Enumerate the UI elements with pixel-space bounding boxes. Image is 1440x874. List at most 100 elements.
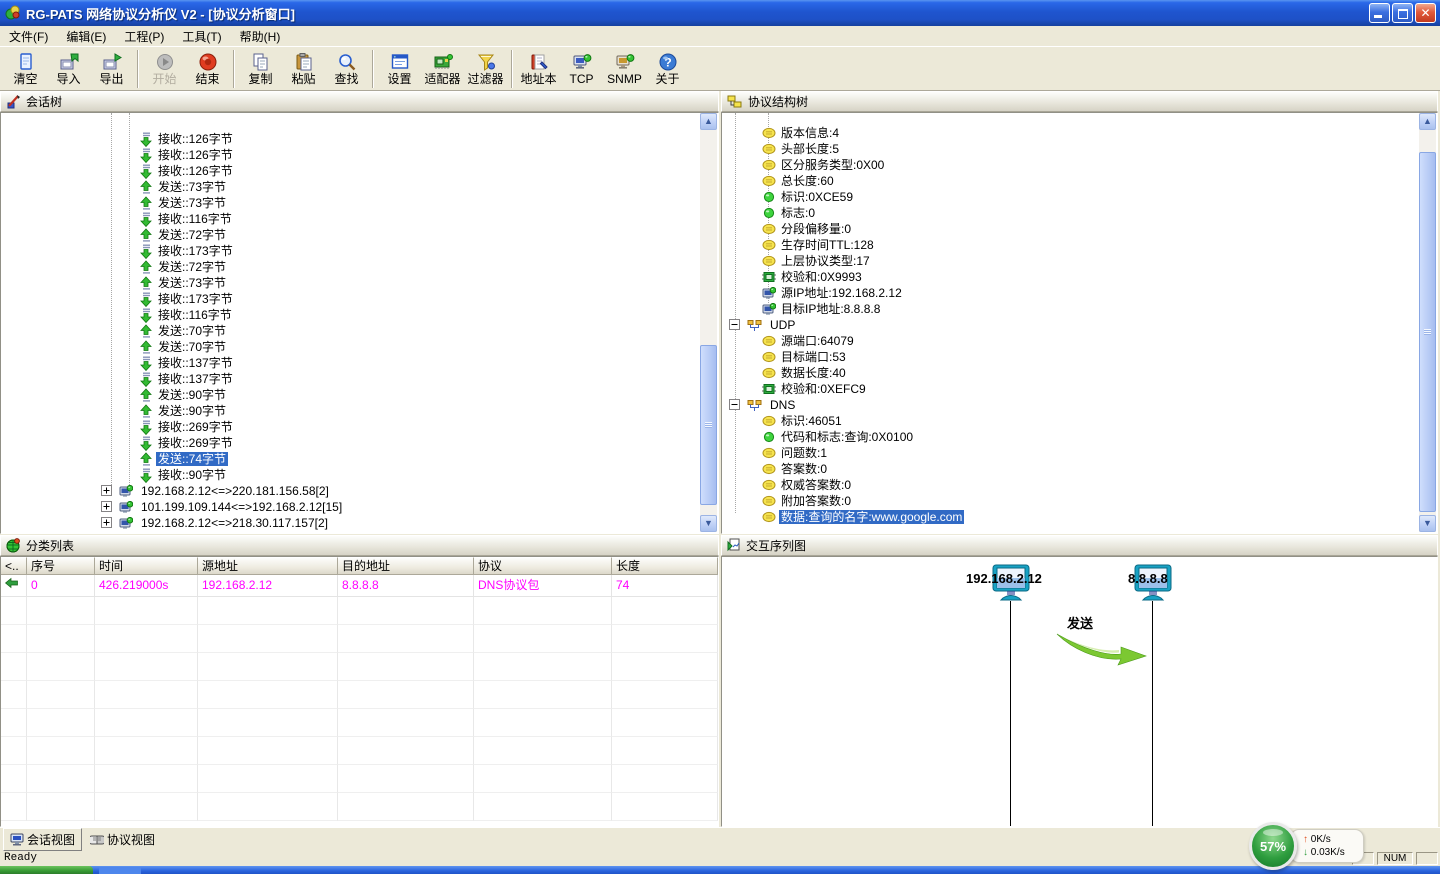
session-tree-item[interactable]: 发送::72字节 bbox=[1, 227, 718, 243]
session-tree-item[interactable]: 接收::173字节 bbox=[1, 243, 718, 259]
protocol-tree-item[interactable]: 版本信息:4 bbox=[722, 125, 1437, 141]
session-tree-item[interactable]: 接收::90字节 bbox=[1, 467, 718, 483]
toolbar-button-import[interactable]: 导入 bbox=[47, 48, 90, 90]
session-tree-item[interactable]: 发送::73字节 bbox=[1, 179, 718, 195]
column-header-1[interactable]: 序号 bbox=[27, 557, 95, 575]
protocol-tree-item[interactable]: 头部长度:5 bbox=[722, 141, 1437, 157]
protocol-tree-item[interactable]: 区分服务类型:0X00 bbox=[722, 157, 1437, 173]
toolbar-button-settings[interactable]: 设置 bbox=[378, 48, 421, 90]
toolbar-button-export[interactable]: 导出 bbox=[90, 48, 133, 90]
collapse-minus-icon[interactable] bbox=[729, 319, 741, 331]
column-header-4[interactable]: 目的地址 bbox=[338, 557, 474, 575]
protocol-tree-item[interactable]: 代码和标志:查询:0X0100 bbox=[722, 429, 1437, 445]
session-tree-item[interactable]: 接收::126字节 bbox=[1, 131, 718, 147]
class-list-title: 分类列表 bbox=[26, 537, 74, 554]
protocol-tree-item[interactable]: 生存时间TTL:128 bbox=[722, 237, 1437, 253]
protocol-tree-item[interactable]: 源端口:64079 bbox=[722, 333, 1437, 349]
scroll-thumb[interactable] bbox=[1419, 152, 1436, 512]
protocol-tree-item[interactable]: 上层协议类型:17 bbox=[722, 253, 1437, 269]
tab-protocol-view[interactable]: 协议视图 bbox=[84, 829, 161, 850]
toolbar-button-paste[interactable]: 粘贴 bbox=[282, 48, 325, 90]
protocol-tree-item[interactable]: 数据长度:40 bbox=[722, 365, 1437, 381]
menu-item-4[interactable]: 帮助(H) bbox=[231, 26, 290, 47]
expand-plus-icon[interactable] bbox=[101, 501, 113, 513]
close-button[interactable]: ✕ bbox=[1415, 3, 1436, 23]
protocol-tree-item[interactable]: 校验和:0XEFC9 bbox=[722, 381, 1437, 397]
column-header-3[interactable]: 源地址 bbox=[198, 557, 338, 575]
table-row[interactable]: 0426.219000s192.168.2.128.8.8.8DNS协议包74 bbox=[1, 575, 718, 597]
session-tree-item[interactable]: 接收::269字节 bbox=[1, 435, 718, 451]
toolbar-button-start[interactable]: 开始 bbox=[143, 48, 186, 90]
session-tree-item[interactable]: 发送::70字节 bbox=[1, 323, 718, 339]
toolbar-button-stop[interactable]: 结束 bbox=[186, 48, 229, 90]
menu-item-2[interactable]: 工程(P) bbox=[115, 26, 173, 47]
column-header-2[interactable]: 时间 bbox=[95, 557, 198, 575]
scroll-up-icon[interactable]: ▲ bbox=[1419, 113, 1436, 130]
receive-arrow-icon bbox=[139, 244, 153, 259]
scroll-thumb[interactable] bbox=[700, 345, 717, 505]
toolbar-button-adapter[interactable]: 适配器 bbox=[421, 48, 464, 90]
toolbar-button-clear[interactable]: 清空 bbox=[4, 48, 47, 90]
session-tree-item[interactable]: 接收::137字节 bbox=[1, 371, 718, 387]
protocol-tree-item[interactable]: 标识:46051 bbox=[722, 413, 1437, 429]
session-tree-item[interactable]: 接收::137字节 bbox=[1, 355, 718, 371]
menu-item-3[interactable]: 工具(T) bbox=[173, 26, 230, 47]
protocol-tree-item[interactable]: 总长度:60 bbox=[722, 173, 1437, 189]
scroll-up-icon[interactable]: ▲ bbox=[700, 113, 717, 130]
protocol-tree-item[interactable]: UDP bbox=[722, 317, 1437, 333]
toolbar-button-snmp[interactable]: SNMP bbox=[603, 48, 646, 90]
menu-item-1[interactable]: 编辑(E) bbox=[57, 26, 115, 47]
expand-plus-icon[interactable] bbox=[101, 517, 113, 529]
toolbar-button-copy[interactable]: 复制 bbox=[239, 48, 282, 90]
protocol-tree-item[interactable]: 问题数:1 bbox=[722, 445, 1437, 461]
session-tree-item[interactable]: 发送::74字节 bbox=[1, 451, 718, 467]
session-tree-item[interactable]: 接收::269字节 bbox=[1, 419, 718, 435]
session-tree-item[interactable]: 接收::126字节 bbox=[1, 163, 718, 179]
protocol-tree-item[interactable]: 数据:查询的名字:www.google.com bbox=[722, 509, 1437, 525]
protocol-tree-item[interactable]: 目标端口:53 bbox=[722, 349, 1437, 365]
session-pair-item[interactable]: 101.199.109.144<=>192.168.2.12[15] bbox=[1, 499, 718, 515]
protocol-tree-item[interactable]: 附加答案数:0 bbox=[722, 493, 1437, 509]
toolbar-button-tcp[interactable]: TCP bbox=[560, 48, 603, 90]
minimize-button[interactable] bbox=[1369, 3, 1390, 23]
protocol-tree-item[interactable]: 权威答案数:0 bbox=[722, 477, 1437, 493]
menu-item-0[interactable]: 文件(F) bbox=[0, 26, 57, 47]
protocol-scrollbar[interactable]: ▲ ▼ bbox=[1419, 113, 1436, 532]
toolbar-button-book[interactable]: 地址本 bbox=[517, 48, 560, 90]
restore-button[interactable] bbox=[1392, 3, 1413, 23]
collapse-minus-icon[interactable] bbox=[729, 399, 741, 411]
session-pair-item[interactable]: 192.168.2.12<=>218.30.117.157[2] bbox=[1, 515, 718, 531]
session-scrollbar[interactable]: ▲ ▼ bbox=[700, 113, 717, 532]
scroll-down-icon[interactable]: ▼ bbox=[700, 515, 717, 532]
expand-plus-icon[interactable] bbox=[101, 485, 113, 497]
scroll-down-icon[interactable]: ▼ bbox=[1419, 515, 1436, 532]
column-header-5[interactable]: 协议 bbox=[474, 557, 612, 575]
start-button-edge[interactable] bbox=[0, 866, 93, 874]
session-tree-item[interactable]: 接收::126字节 bbox=[1, 147, 718, 163]
tab-session-view[interactable]: 会话视图 bbox=[3, 828, 82, 851]
protocol-tree-item[interactable]: 目标IP地址:8.8.8.8 bbox=[722, 301, 1437, 317]
session-tree-item[interactable]: 发送::90字节 bbox=[1, 403, 718, 419]
session-tree-item[interactable]: 接收::173字节 bbox=[1, 291, 718, 307]
protocol-tree-item[interactable]: 源IP地址:192.168.2.12 bbox=[722, 285, 1437, 301]
session-tree-item[interactable]: 发送::90字节 bbox=[1, 387, 718, 403]
session-tree-item[interactable]: 发送::70字节 bbox=[1, 339, 718, 355]
session-tree-item[interactable]: 发送::73字节 bbox=[1, 275, 718, 291]
protocol-tree-item[interactable]: 标志:0 bbox=[722, 205, 1437, 221]
protocol-tree-item[interactable]: 标识:0XCE59 bbox=[722, 189, 1437, 205]
protocol-tree-item[interactable]: DNS bbox=[722, 397, 1437, 413]
toolbar-button-find[interactable]: 查找 bbox=[325, 48, 368, 90]
protocol-tree-item[interactable]: 答案数:0 bbox=[722, 461, 1437, 477]
toolbar-button-about[interactable]: ?关于 bbox=[646, 48, 689, 90]
taskbar-window-button[interactable] bbox=[99, 867, 141, 874]
protocol-tree-item[interactable]: 校验和:0X9993 bbox=[722, 269, 1437, 285]
column-header-0[interactable]: <.. bbox=[1, 557, 27, 575]
protocol-tree-item[interactable]: 分段偏移量:0 bbox=[722, 221, 1437, 237]
session-pair-item[interactable]: 192.168.2.12<=>220.181.156.58[2] bbox=[1, 483, 718, 499]
column-header-6[interactable]: 长度 bbox=[612, 557, 718, 575]
session-tree-item[interactable]: 接收::116字节 bbox=[1, 211, 718, 227]
session-tree-item[interactable]: 接收::116字节 bbox=[1, 307, 718, 323]
session-tree-item[interactable]: 发送::73字节 bbox=[1, 195, 718, 211]
toolbar-button-filter[interactable]: 过滤器 bbox=[464, 48, 507, 90]
session-tree-item[interactable]: 发送::72字节 bbox=[1, 259, 718, 275]
